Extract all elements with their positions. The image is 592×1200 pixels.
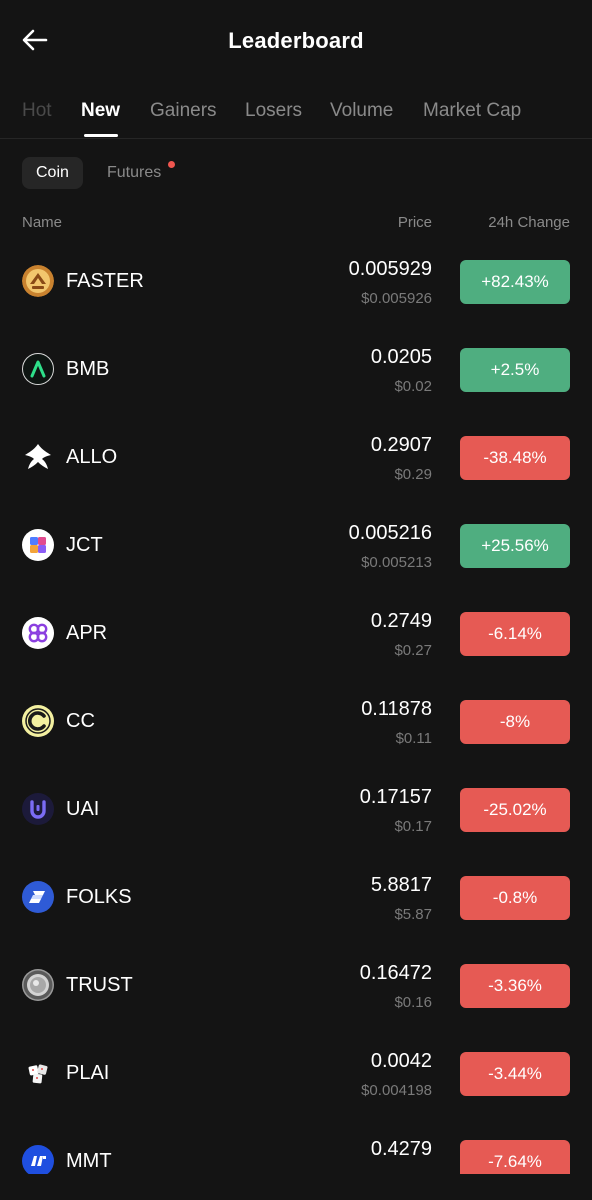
coin-price: 0.005216 (348, 522, 432, 544)
change-badge: +82.43% (460, 260, 570, 304)
change-badge: +25.56% (460, 524, 570, 568)
jct-coin-icon (22, 529, 54, 561)
coin-symbol: FASTER (66, 270, 144, 292)
coin-price-usd: $0.17 (394, 818, 432, 835)
coin-row[interactable]: FOLKS 5.8817 $5.87 -0.8% (0, 854, 592, 942)
coin-symbol: FOLKS (66, 886, 132, 908)
coin-price-usd: $0.004198 (361, 1082, 432, 1099)
coin-symbol: TRUST (66, 974, 133, 996)
tab-new[interactable]: New (81, 100, 120, 122)
coin-row[interactable]: FASTER 0.005929 $0.005926 +82.43% (0, 238, 592, 326)
coin-symbol: UAI (66, 798, 100, 820)
coin-price: 0.2749 (370, 610, 432, 632)
coin-price: 0.11878 (361, 698, 432, 720)
coin-price: 0.0042 (370, 1050, 432, 1072)
coin-price-usd: $0.11 (395, 730, 432, 747)
column-header-change[interactable]: 24h Change (488, 214, 570, 231)
column-header-name[interactable]: Name (22, 214, 62, 231)
coin-row[interactable]: BMB 0.0205 $0.02 +2.5% (0, 326, 592, 414)
coin-price-usd: $5.87 (394, 906, 432, 923)
coin-price: 0.2907 (370, 434, 432, 456)
change-badge: -8% (460, 700, 570, 744)
coin-price-usd: $0.005213 (361, 554, 432, 571)
change-badge: -3.44% (460, 1052, 570, 1096)
allo-coin-icon (22, 441, 54, 473)
coin-price-usd: $0.27 (394, 642, 432, 659)
coin-symbol: ALLO (66, 446, 118, 468)
mmt-coin-icon (22, 1145, 54, 1174)
trust-coin-icon (22, 969, 54, 1001)
coin-price: 0.16472 (359, 962, 432, 984)
tab-losers[interactable]: Losers (245, 100, 302, 122)
filter-coin-button[interactable]: Coin (22, 157, 83, 189)
change-badge: -38.48% (460, 436, 570, 480)
change-badge: -3.36% (460, 964, 570, 1008)
coin-price-usd: $0.16 (394, 994, 432, 1011)
coin-price: 5.8817 (370, 874, 432, 896)
futures-notification-dot (168, 161, 175, 168)
coin-price-usd: $0.02 (394, 378, 432, 395)
coin-row[interactable]: JCT 0.005216 $0.005213 +25.56% (0, 502, 592, 590)
tab-hot[interactable]: Hot (22, 100, 52, 122)
coin-price: 0.005929 (348, 258, 432, 280)
tab-volume[interactable]: Volume (330, 100, 393, 122)
coin-row[interactable]: APR 0.2749 $0.27 -6.14% (0, 590, 592, 678)
change-badge: -7.64% (460, 1140, 570, 1174)
header: Leaderboard (0, 0, 592, 84)
cc-coin-icon (22, 705, 54, 737)
coin-symbol: PLAI (66, 1062, 110, 1084)
coin-row[interactable]: CC 0.11878 $0.11 -8% (0, 678, 592, 766)
apr-coin-icon (22, 617, 54, 649)
plai-coin-icon (22, 1057, 54, 1089)
leaderboard-screen: Leaderboard Hot New Gainers Losers Volum… (0, 0, 592, 1200)
coin-row[interactable]: MMT 0.4279 -7.64% (0, 1118, 592, 1174)
change-badge: -25.02% (460, 788, 570, 832)
column-header-price[interactable]: Price (398, 214, 432, 231)
tab-market-cap[interactable]: Market Cap (423, 100, 521, 122)
coin-row[interactable]: ALLO 0.2907 $0.29 -38.48% (0, 414, 592, 502)
uai-coin-icon (22, 793, 54, 825)
coin-row[interactable]: UAI 0.17157 $0.17 -25.02% (0, 766, 592, 854)
change-badge: +2.5% (460, 348, 570, 392)
coin-price: 0.4279 (370, 1138, 432, 1160)
folks-coin-icon (22, 881, 54, 913)
coin-symbol: MMT (66, 1150, 112, 1172)
coin-list: FASTER 0.005929 $0.005926 +82.43% BMB 0.… (0, 238, 592, 1174)
coin-row[interactable]: PLAI 0.0042 $0.004198 -3.44% (0, 1030, 592, 1118)
coin-symbol: APR (66, 622, 108, 644)
category-tabs: Hot New Gainers Losers Volume Market Cap (0, 88, 592, 139)
coin-symbol: BMB (66, 358, 110, 380)
change-badge: -0.8% (460, 876, 570, 920)
active-tab-indicator (84, 134, 118, 137)
coin-symbol: JCT (66, 534, 103, 556)
change-badge: -6.14% (460, 612, 570, 656)
bmb-coin-icon (22, 353, 54, 385)
coin-price: 0.17157 (359, 786, 432, 808)
page-title: Leaderboard (228, 28, 364, 53)
coin-price-usd: $0.005926 (361, 290, 432, 307)
coin-row[interactable]: TRUST 0.16472 $0.16 -3.36% (0, 942, 592, 1030)
coin-price: 0.0205 (370, 346, 432, 368)
filter-futures-button[interactable]: Futures (93, 157, 175, 189)
faster-coin-icon (22, 265, 54, 297)
tab-gainers[interactable]: Gainers (150, 100, 217, 122)
coin-price-usd: $0.29 (394, 466, 432, 483)
coin-symbol: CC (66, 710, 95, 732)
